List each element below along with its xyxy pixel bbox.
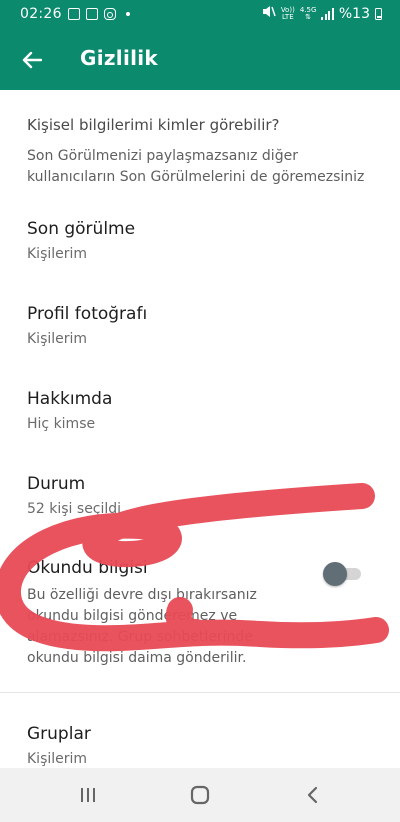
back-button[interactable] [14, 42, 50, 78]
lte-label: LTE [281, 12, 294, 21]
read-receipts-toggle[interactable] [323, 562, 363, 586]
status-right: Vo)) LTE 4.5G ⇅ %13 [262, 5, 382, 22]
recent-apps-icon [81, 788, 95, 802]
desc-line: okundu bilgisi gönderemez ve [27, 608, 238, 624]
setting-value: Kişilerim [27, 331, 88, 347]
setting-title: Son görülme [27, 219, 136, 239]
setting-last-seen[interactable]: Son görülme Kişilerim [0, 219, 400, 299]
data-arrows-icon: ⇅ [305, 12, 312, 21]
home-button[interactable] [180, 780, 220, 810]
setting-description: Bu özelliği devre dışı bırakırsanız okun… [27, 585, 332, 669]
setting-value: 52 kişi seçildi [27, 501, 122, 517]
desc-line: alamazsınız. Grup sohbetlerinde [27, 629, 253, 645]
volte-indicator: Vo)) LTE [281, 6, 295, 21]
back-chevron-icon [307, 786, 318, 804]
desc-line: okundu bilgisi daima gönderilir. [27, 650, 247, 666]
home-icon [190, 785, 210, 805]
notification-dot-icon [125, 12, 130, 16]
network-4g-indicator: 4.5G ⇅ [300, 6, 317, 21]
setting-value: Kişilerim [27, 751, 88, 767]
desc-line: Bu özelliği devre dışı bırakırsanız [27, 587, 257, 603]
instagram-icon [103, 8, 116, 20]
status-bar: 02:26 Vo)) LTE 4.5G ⇅ %13 [0, 0, 400, 30]
gallery-icon-2 [85, 8, 98, 20]
status-left: 02:26 [20, 6, 130, 22]
battery-percent: %13 [338, 5, 370, 22]
setting-about[interactable]: Hakkımda Hiç kimse [0, 389, 400, 469]
signal-icon [321, 7, 334, 20]
battery-icon [375, 7, 382, 20]
setting-title: Hakkımda [27, 389, 113, 409]
section-header: Kişisel bilgilerimi kimler görebilir? [27, 116, 280, 134]
setting-value: Hiç kimse [27, 416, 96, 432]
toggle-thumb [323, 562, 347, 586]
setting-title: Okundu bilgisi [27, 558, 148, 578]
system-nav-bar [0, 768, 400, 822]
page-title: Gizlilik [80, 46, 159, 70]
setting-read-receipts[interactable]: Okundu bilgisi Bu özelliği devre dışı bı… [0, 554, 400, 674]
arrow-left-icon [22, 51, 42, 69]
system-back-button[interactable] [292, 780, 332, 810]
app-bar: Gizlilik [0, 30, 400, 90]
status-time: 02:26 [20, 6, 62, 22]
gallery-icon [67, 8, 80, 20]
setting-title: Profil fotoğrafı [27, 304, 148, 324]
section-description: Son Görülmenizi paylaşmazsanız diğer kul… [27, 148, 365, 185]
setting-value: Kişilerim [27, 246, 88, 262]
divider [0, 692, 400, 693]
setting-status[interactable]: Durum 52 kişi seçildi [0, 474, 400, 554]
setting-title: Durum [27, 474, 86, 494]
setting-profile-photo[interactable]: Profil fotoğrafı Kişilerim [0, 304, 400, 384]
recent-apps-button[interactable] [68, 780, 108, 810]
setting-title: Gruplar [27, 724, 91, 744]
mute-icon [262, 5, 276, 22]
